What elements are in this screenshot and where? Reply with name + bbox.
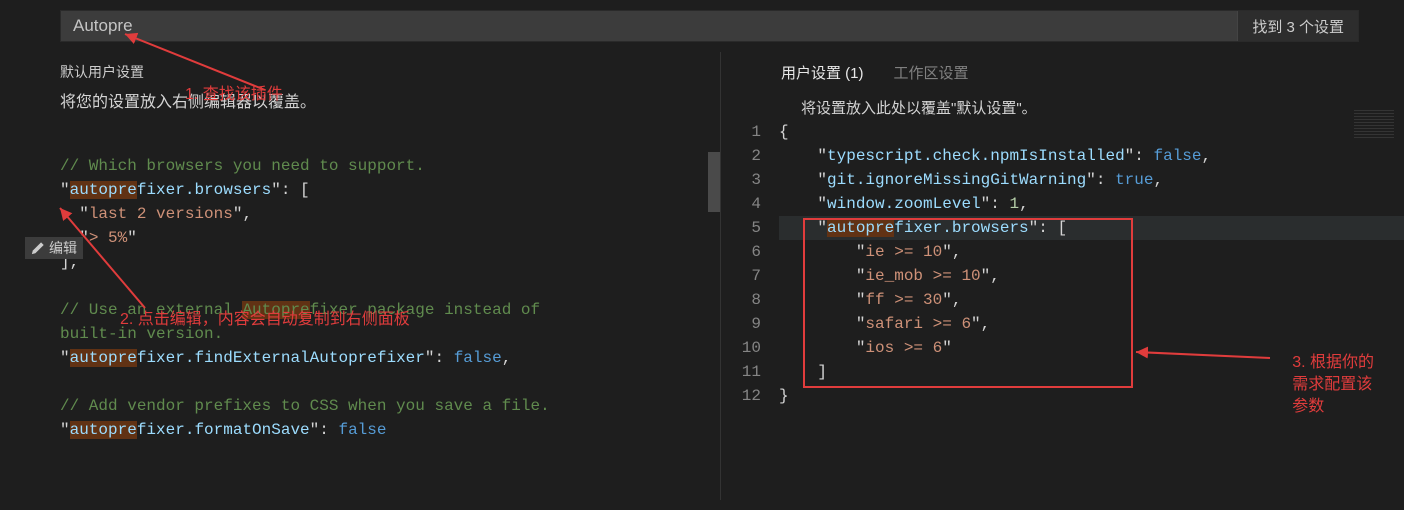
default-settings-desc: 将您的设置放入右侧编辑器以覆盖。 <box>60 88 700 112</box>
search-result-count: 找到 3 个设置 <box>1237 11 1358 41</box>
editor-lines: { "typescript.check.npmIsInstalled": fal… <box>779 120 1404 408</box>
default-settings-code[interactable]: // Which browsers you need to support. "… <box>60 130 700 442</box>
user-settings-desc: 将设置放入此处以覆盖"默认设置"。 <box>721 91 1404 120</box>
minimap[interactable] <box>1354 110 1394 140</box>
edit-button[interactable]: 编辑 <box>25 237 83 259</box>
default-settings-title: 默认用户设置 <box>60 62 700 82</box>
edit-label: 编辑 <box>49 238 77 258</box>
user-settings-panel: 用户设置 (1) 工作区设置 将设置放入此处以覆盖"默认设置"。 123 456… <box>720 52 1404 500</box>
split-panels: 默认用户设置 将您的设置放入右侧编辑器以覆盖。 编辑 // Which brow… <box>0 52 1404 500</box>
tab-user-settings[interactable]: 用户设置 (1) <box>781 62 864 83</box>
default-settings-panel: 默认用户设置 将您的设置放入右侧编辑器以覆盖。 编辑 // Which brow… <box>0 52 720 500</box>
settings-tabs: 用户设置 (1) 工作区设置 <box>721 52 1404 91</box>
scrollbar-thumb[interactable] <box>708 152 720 212</box>
line-gutter: 123 456 789 101112 <box>721 120 779 408</box>
search-input[interactable] <box>61 12 1237 40</box>
tab-workspace-settings[interactable]: 工作区设置 <box>894 62 969 83</box>
settings-search-bar: 找到 3 个设置 <box>60 10 1359 42</box>
user-settings-editor[interactable]: 123 456 789 101112 { "typescript.check.n… <box>721 120 1404 408</box>
comment-line: // Which browsers you need to support. <box>60 157 425 175</box>
pencil-icon <box>31 241 45 255</box>
